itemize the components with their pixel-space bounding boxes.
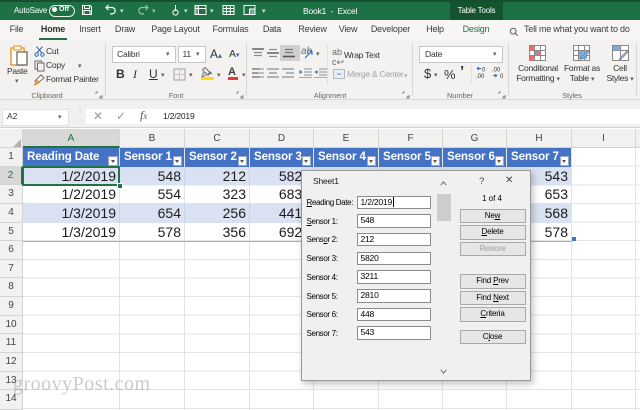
svg-text:.00: .00 [476, 74, 485, 79]
svg-text:0: 0 [482, 68, 486, 74]
svg-text:0: 0 [500, 74, 504, 79]
svg-text:.00: .00 [492, 68, 501, 74]
